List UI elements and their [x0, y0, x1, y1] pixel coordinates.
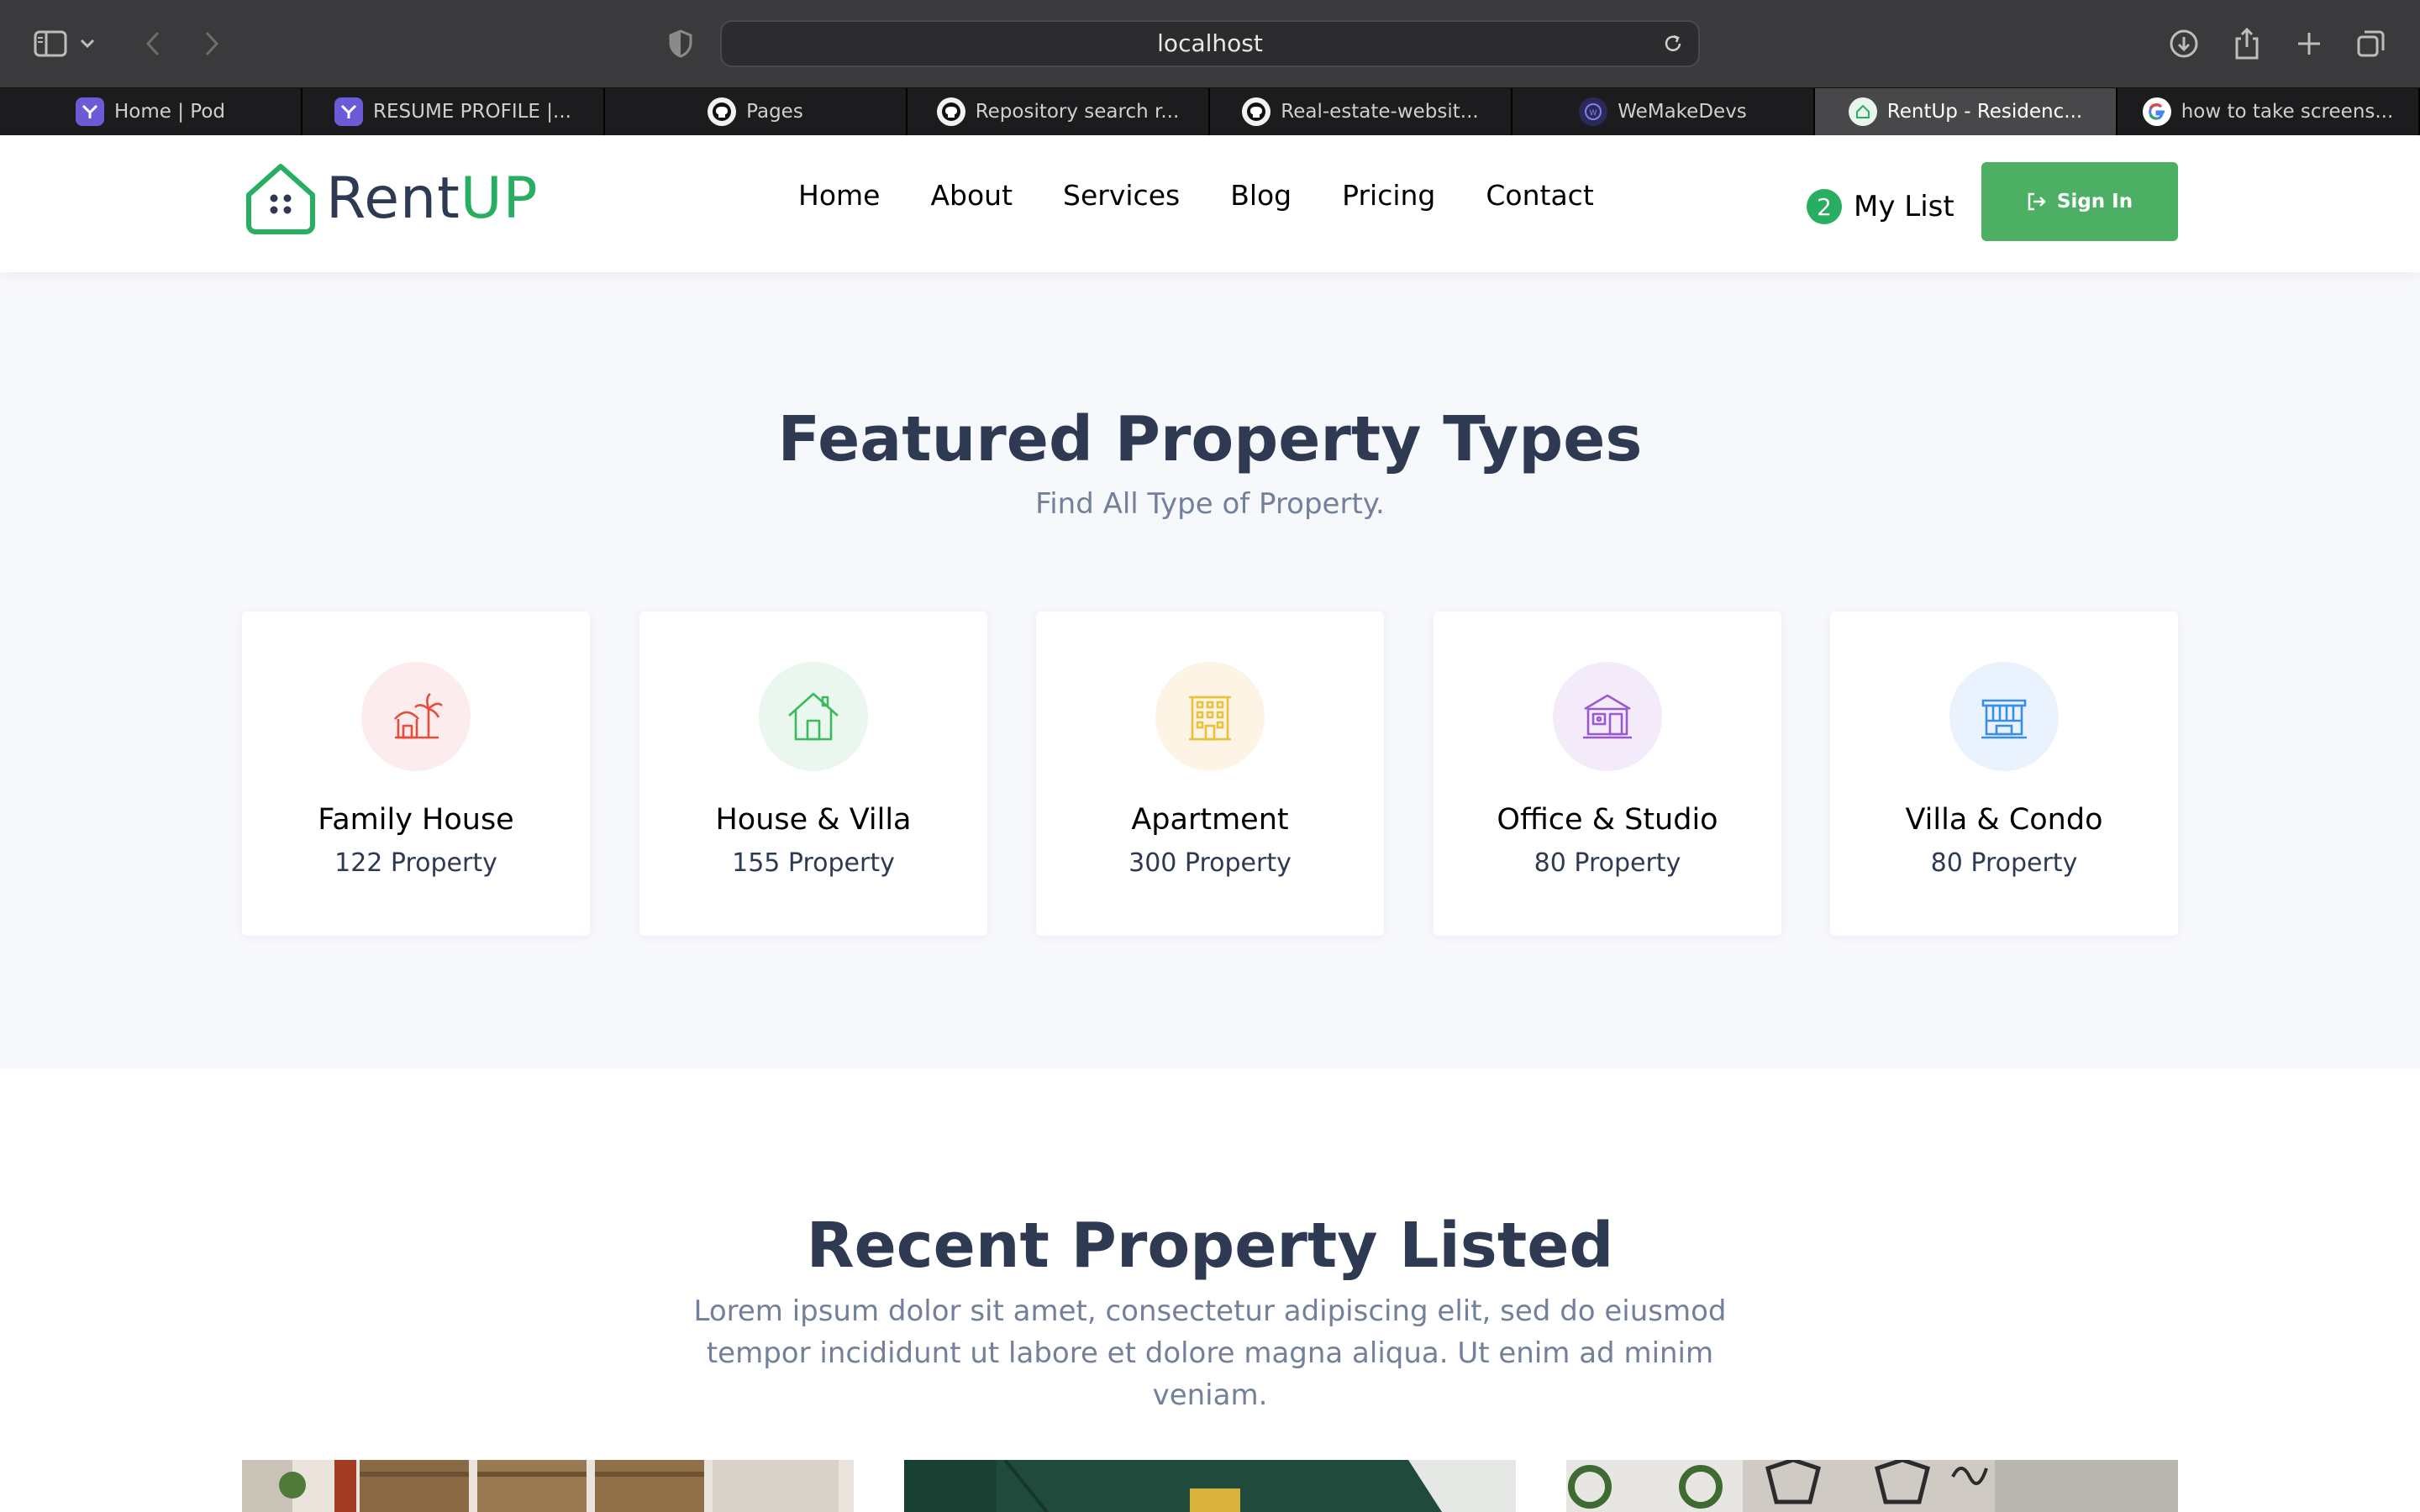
logo-text-up: UP: [460, 165, 539, 232]
tab-title: WeMakeDevs: [1618, 101, 1747, 123]
my-list-count-badge: 2: [1807, 189, 1842, 224]
browser-tab[interactable]: Repository search r...: [908, 88, 1210, 135]
address-bar[interactable]: localhost: [720, 20, 1700, 67]
property-type-name: Office & Studio: [1497, 803, 1718, 837]
share-icon[interactable]: [2222, 18, 2272, 69]
tab-title: Home | Pod: [113, 101, 225, 123]
logo-text-rent: Rent: [326, 165, 460, 232]
github-icon: [936, 97, 965, 126]
tab-title: how to take screens...: [2181, 101, 2394, 123]
property-image[interactable]: [1566, 1460, 2178, 1512]
browser-toolbar: localhost: [0, 0, 2420, 87]
property-type-name: Villa & Condo: [1905, 803, 2103, 837]
property-type-count: 80 Property: [1930, 848, 2078, 878]
github-icon: [708, 97, 737, 126]
office-icon: [1553, 662, 1662, 771]
new-tab-icon[interactable]: [2284, 18, 2334, 69]
property-type-card[interactable]: Office & Studio 80 Property: [1434, 612, 1781, 936]
tab-title: Repository search r...: [975, 101, 1180, 123]
forward-icon[interactable]: [187, 18, 237, 69]
browser-tab-active[interactable]: RentUp - Residenc...: [1815, 88, 2118, 135]
sign-in-label: Sign In: [2056, 191, 2133, 213]
condo-icon: [1949, 662, 2059, 771]
wemakedevs-icon: W: [1579, 97, 1608, 126]
property-type-card[interactable]: Villa & Condo 80 Property: [1830, 612, 2178, 936]
browser-tab[interactable]: Home | Pod: [0, 88, 302, 135]
pod-icon: [75, 97, 104, 126]
sign-in-button[interactable]: Sign In: [1981, 162, 2178, 241]
url-text: localhost: [1157, 29, 1263, 57]
tab-title: Pages: [746, 101, 803, 123]
property-image[interactable]: [904, 1460, 1516, 1512]
browser-tab[interactable]: RESUME PROFILE |...: [302, 88, 605, 135]
back-icon[interactable]: [128, 18, 178, 69]
nav-blog[interactable]: Blog: [1230, 179, 1292, 212]
beach-hut-icon: [361, 662, 471, 771]
my-list-link[interactable]: 2 My List: [1807, 189, 1954, 224]
property-type-count: 80 Property: [1534, 848, 1681, 878]
property-type-name: House & Villa: [715, 803, 912, 837]
apartment-building-icon: [1155, 662, 1265, 771]
sign-in-icon: [2028, 192, 2046, 211]
google-icon: [2142, 97, 2171, 126]
pod-icon: [334, 97, 364, 126]
browser-tab[interactable]: how to take screens...: [2118, 88, 2420, 135]
recent-subtitle: Lorem ipsum dolor sit amet, consectetur …: [693, 1294, 1727, 1412]
svg-text:W: W: [1590, 109, 1597, 118]
logo[interactable]: RentUP: [242, 160, 539, 236]
browser-tab[interactable]: Pages: [605, 88, 908, 135]
github-icon: [1242, 97, 1271, 126]
recent-title: Recent Property Listed: [806, 1210, 1614, 1282]
browser-tab[interactable]: Real-estate-websit...: [1210, 88, 1512, 135]
nav-contact[interactable]: Contact: [1486, 179, 1593, 212]
tab-overview-icon[interactable]: [2346, 18, 2396, 69]
tab-title: RentUp - Residenc...: [1886, 101, 2083, 123]
property-image[interactable]: [242, 1460, 854, 1512]
featured-section: Featured Property Types Find All Type of…: [0, 272, 2420, 1068]
my-list-label: My List: [1854, 190, 1954, 223]
house-icon: [759, 662, 868, 771]
reload-icon[interactable]: [1655, 25, 1691, 62]
property-type-count: 155 Property: [732, 848, 895, 878]
nav-home[interactable]: Home: [798, 179, 880, 212]
tab-bar: Home | Pod RESUME PROFILE |... Pages Rep…: [0, 87, 2420, 135]
privacy-shield-icon[interactable]: [655, 18, 706, 69]
house-logo-icon: [246, 164, 315, 234]
download-icon[interactable]: [2159, 18, 2209, 69]
property-type-name: Apartment: [1131, 803, 1289, 837]
tab-title: RESUME PROFILE |...: [373, 101, 571, 123]
property-type-count: 122 Property: [334, 848, 497, 878]
browser-tab[interactable]: W WeMakeDevs: [1512, 88, 1815, 135]
tab-title: Real-estate-websit...: [1281, 101, 1479, 123]
nav-pricing[interactable]: Pricing: [1342, 179, 1435, 212]
nav-about[interactable]: About: [930, 179, 1013, 212]
site-header: RentUP Home About Services Blog Pricing …: [0, 135, 2420, 272]
sidebar-toggle-icon[interactable]: [25, 18, 76, 69]
property-type-count: 300 Property: [1128, 848, 1292, 878]
property-type-card[interactable]: Family House 122 Property: [242, 612, 590, 936]
featured-subtitle: Find All Type of Property.: [1035, 487, 1385, 521]
rentup-icon: [1848, 97, 1877, 126]
property-type-card[interactable]: House & Villa 155 Property: [639, 612, 987, 936]
chevron-down-icon[interactable]: [71, 18, 104, 69]
property-type-name: Family House: [318, 803, 514, 837]
property-type-card[interactable]: Apartment 300 Property: [1036, 612, 1384, 936]
featured-title: Featured Property Types: [777, 403, 1643, 475]
nav-services[interactable]: Services: [1063, 179, 1180, 212]
main-nav: Home About Services Blog Pricing Contact: [798, 179, 1594, 212]
